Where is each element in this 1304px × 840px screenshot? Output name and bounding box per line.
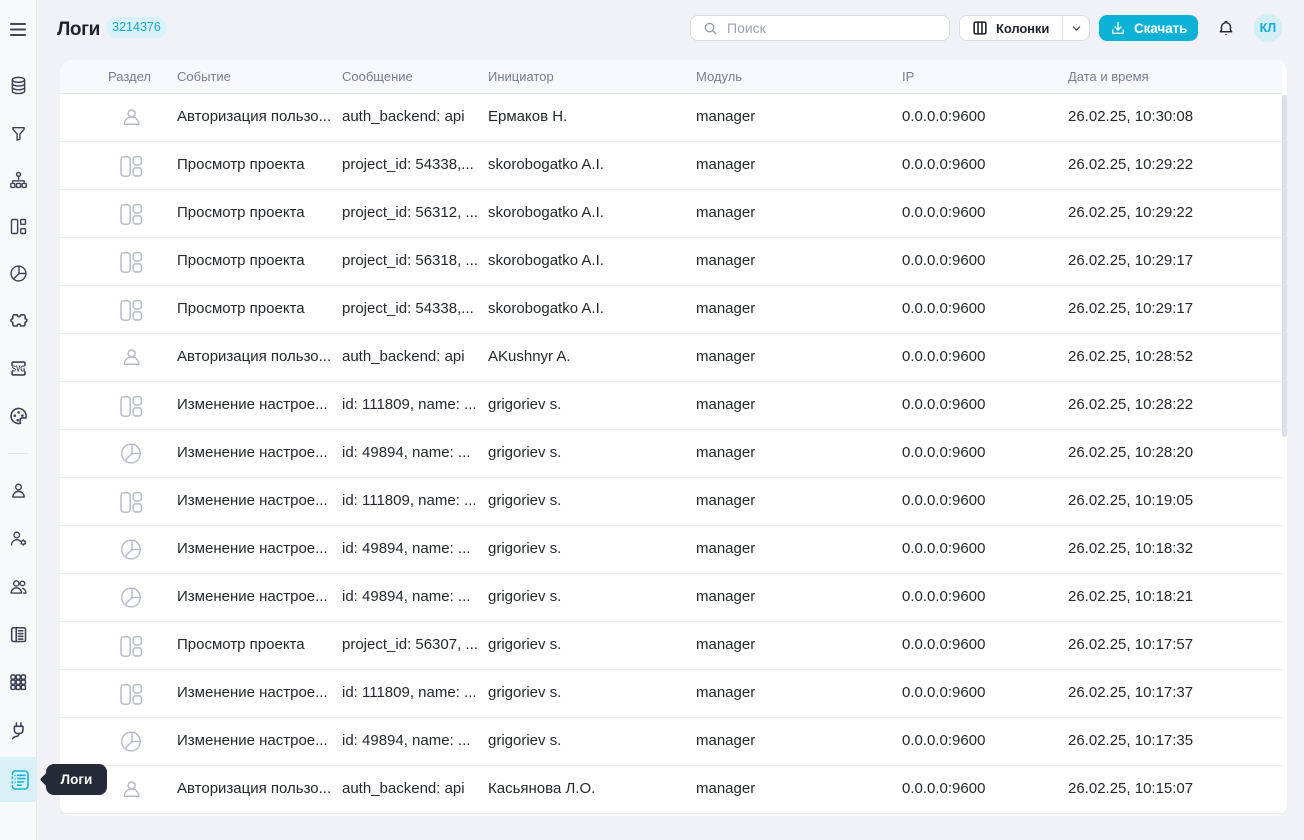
- svg-text:SVG: SVG: [11, 363, 25, 373]
